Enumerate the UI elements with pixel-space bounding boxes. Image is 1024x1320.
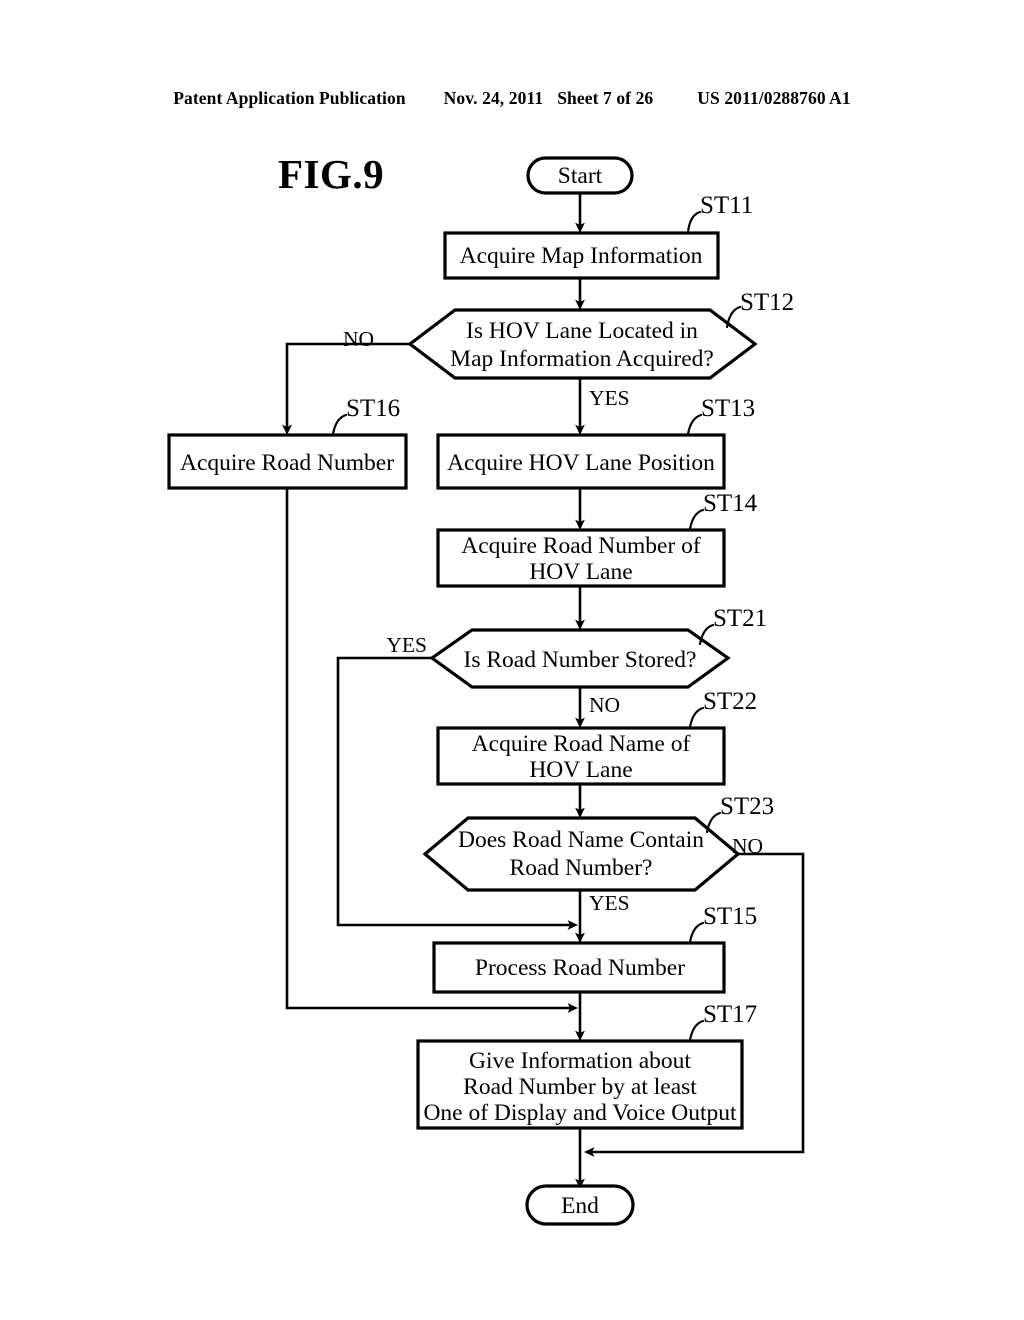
step-label-st22: ST22 bbox=[703, 688, 757, 715]
node-end-label: End bbox=[561, 1193, 599, 1219]
step-label-st13: ST13 bbox=[701, 395, 755, 422]
node-st16-label: Acquire Road Number bbox=[180, 450, 394, 476]
node-st14-line1: Acquire Road Number of bbox=[461, 533, 701, 559]
node-st12-line1: Is HOV Lane Located in bbox=[466, 318, 698, 344]
patent-figure-page: Patent Application Publication Nov. 24, … bbox=[0, 0, 1024, 1320]
node-st17-line2: Road Number by at least bbox=[463, 1074, 697, 1100]
branch-label-st12-yes: YES bbox=[589, 386, 630, 410]
leader-st22 bbox=[688, 706, 705, 729]
node-st15-label: Process Road Number bbox=[475, 955, 685, 981]
step-label-st23: ST23 bbox=[720, 793, 774, 820]
step-label-st17: ST17 bbox=[703, 1001, 757, 1028]
leader-st15 bbox=[688, 921, 705, 944]
node-st11-label: Acquire Map Information bbox=[460, 243, 703, 269]
step-label-st11: ST11 bbox=[700, 192, 753, 219]
branch-label-st21-no: NO bbox=[589, 693, 620, 717]
step-label-st16: ST16 bbox=[346, 395, 400, 422]
branch-label-st21-yes: YES bbox=[386, 633, 427, 657]
node-st13-label: Acquire HOV Lane Position bbox=[447, 450, 715, 476]
branch-label-st23-no: NO bbox=[732, 834, 763, 858]
flowchart-canvas: Start Acquire Map Information Is HOV Lan… bbox=[167, 156, 805, 1226]
leader-st16 bbox=[331, 413, 348, 436]
node-st12-line2: Map Information Acquired? bbox=[450, 346, 714, 372]
branch-label-st12-no: NO bbox=[343, 327, 374, 351]
node-st22-line1: Acquire Road Name of bbox=[472, 731, 691, 757]
node-st22-line2: HOV Lane bbox=[529, 757, 632, 783]
leader-st11 bbox=[686, 210, 702, 234]
step-label-st21: ST21 bbox=[713, 605, 767, 632]
node-st17-line3: One of Display and Voice Output bbox=[423, 1100, 737, 1126]
step-label-st14: ST14 bbox=[703, 490, 758, 517]
node-st14-line2: HOV Lane bbox=[529, 559, 632, 585]
leader-st14 bbox=[688, 508, 705, 531]
node-st21-label: Is Road Number Stored? bbox=[464, 647, 697, 673]
leader-st17 bbox=[688, 1019, 705, 1042]
node-start-label: Start bbox=[558, 163, 603, 189]
node-st23-line1: Does Road Name Contain bbox=[458, 827, 704, 853]
leader-st13 bbox=[686, 413, 703, 436]
step-label-st12: ST12 bbox=[740, 289, 794, 316]
branch-label-st23-yes: YES bbox=[589, 891, 630, 915]
node-st23-line2: Road Number? bbox=[510, 855, 653, 881]
step-label-st15: ST15 bbox=[703, 903, 757, 930]
node-st17-line1: Give Information about bbox=[469, 1048, 691, 1074]
